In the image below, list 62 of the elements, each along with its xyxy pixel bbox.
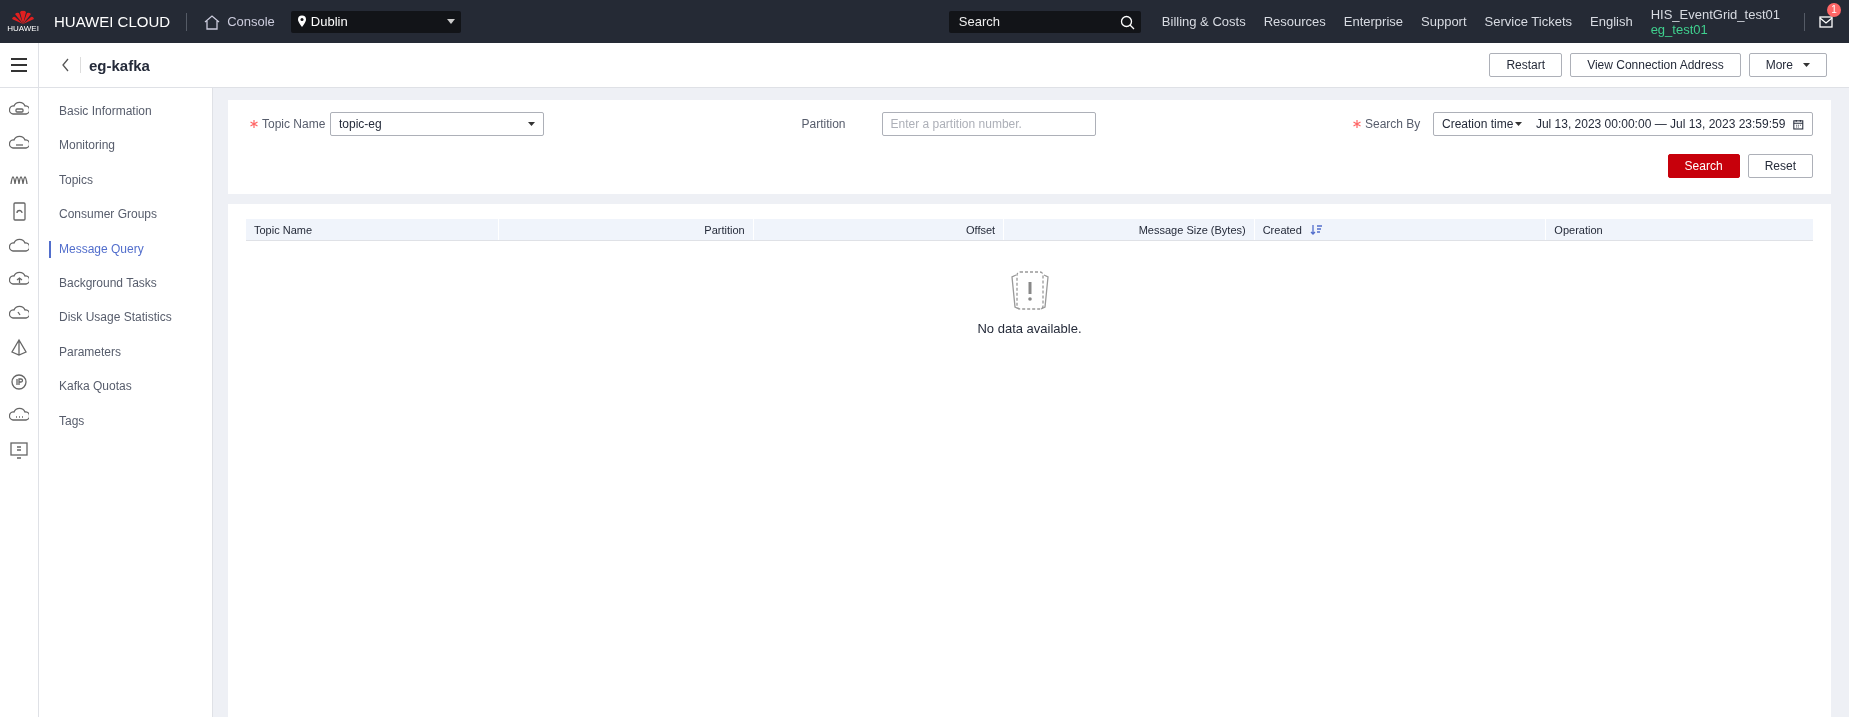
- sort-icon: [1309, 224, 1322, 235]
- sidebar-item[interactable]: Topics: [39, 162, 212, 198]
- empty-document-icon: [1009, 269, 1050, 312]
- column-header: Topic Name: [253, 222, 314, 238]
- menu-icon[interactable]: [10, 57, 28, 73]
- header-button[interactable]: View Connection Address: [1570, 53, 1741, 77]
- field-label: Partition: [801, 117, 847, 131]
- region-select[interactable]: Dublin: [290, 10, 461, 33]
- caret-icon: [446, 19, 455, 24]
- date-range-field[interactable]: Creation time Jul 13, 2023 00:00:00 — Jul 13, 2023 23:59:59: [1433, 112, 1813, 136]
- field-label: Topic Name: [250, 117, 330, 131]
- caret-icon: [1514, 122, 1522, 126]
- sidebar-item[interactable]: Tags: [39, 403, 212, 438]
- notification-badge: 1: [1827, 2, 1841, 17]
- field-label: Search By: [1353, 117, 1433, 131]
- triangle-icon[interactable]: [9, 338, 29, 357]
- location-pin-icon: [296, 15, 307, 28]
- flower-logo-icon: [11, 10, 35, 24]
- caret-icon: [1803, 63, 1810, 67]
- sidebar-item[interactable]: Monitoring: [39, 128, 212, 163]
- sidebar-item[interactable]: Consumer Groups: [39, 197, 212, 232]
- nav-link[interactable]: Billing & Costs: [1161, 14, 1246, 29]
- mail-icon[interactable]: [1819, 14, 1833, 29]
- sidebar-item[interactable]: Disk Usage Statistics: [39, 300, 212, 335]
- required-icon: [250, 120, 258, 128]
- search-field[interactable]: Search: [948, 10, 1141, 33]
- column-header: Partition: [497, 219, 753, 240]
- user-name[interactable]: eg_test01: [1650, 21, 1780, 37]
- column-header: Operation: [1545, 219, 1813, 240]
- page-title: eg-kafka: [89, 56, 151, 74]
- search-icon: [1119, 14, 1135, 30]
- console-link[interactable]: Console: [203, 13, 275, 30]
- cloud-icon[interactable]: [9, 236, 29, 255]
- sidebar-item[interactable]: Parameters: [39, 334, 212, 370]
- sidebar-item[interactable]: Basic Information: [39, 94, 212, 129]
- reset-button[interactable]: Reset: [1747, 154, 1813, 178]
- header-button[interactable]: Restart: [1489, 53, 1563, 77]
- column-header: Offset: [752, 219, 1004, 240]
- account-name[interactable]: HIS_EventGrid_test01: [1650, 6, 1780, 22]
- column-header[interactable]: Created: [1253, 219, 1546, 240]
- header-button[interactable]: More: [1748, 53, 1827, 77]
- nav-link[interactable]: Resources: [1263, 14, 1326, 29]
- nav-link[interactable]: Enterprise: [1343, 14, 1404, 29]
- partition-input[interactable]: Enter a partition number.: [881, 112, 1096, 136]
- empty-message: No data available.: [977, 321, 1082, 336]
- search-button[interactable]: Search: [1667, 154, 1740, 178]
- calendar-icon[interactable]: [1793, 117, 1804, 131]
- caret-icon: [528, 122, 535, 126]
- column-header: Message Size (Bytes): [1003, 219, 1254, 240]
- nav-link[interactable]: Service Tickets: [1484, 14, 1572, 29]
- logo-text: HUAWEI: [7, 24, 39, 33]
- sidebar-item[interactable]: Message Query: [39, 231, 212, 266]
- nav-link[interactable]: Support: [1421, 14, 1467, 29]
- topic-name-select[interactable]: topic-eg: [330, 112, 544, 136]
- ip-circle-icon[interactable]: [9, 372, 29, 391]
- sidebar-item[interactable]: Kafka Quotas: [39, 369, 212, 404]
- required-icon: [1353, 120, 1361, 128]
- home-icon: [203, 13, 222, 30]
- brand-name[interactable]: HUAWEI CLOUD: [54, 13, 171, 30]
- monitor-icon[interactable]: [9, 440, 29, 459]
- nav-link[interactable]: English: [1590, 14, 1633, 29]
- sidebar-item[interactable]: Background Tasks: [39, 265, 212, 301]
